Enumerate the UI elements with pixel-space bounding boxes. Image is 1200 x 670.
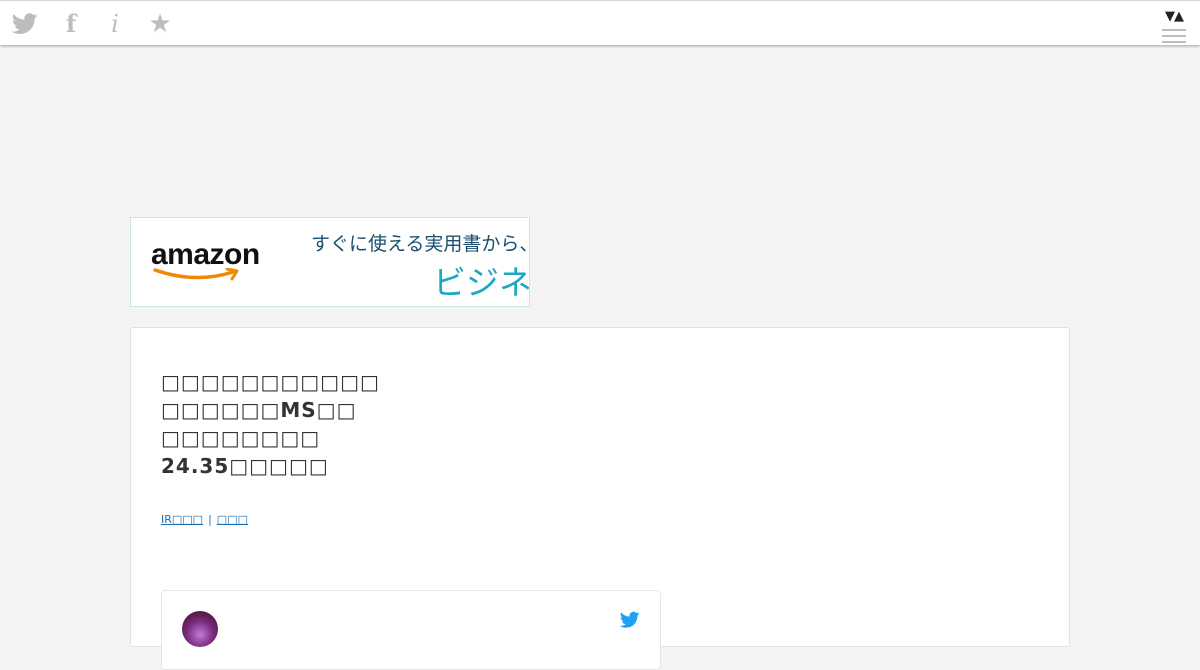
article-title-line: 24.35□□□□□: [161, 454, 329, 478]
tag-separator: |: [208, 513, 212, 526]
ad-tagline: すぐに使える実用書から、話: [311, 233, 529, 255]
ad-category: ビジネス: [433, 263, 530, 302]
menu-button[interactable]: ▼▲: [1160, 9, 1188, 45]
twitter-bird-icon[interactable]: [620, 611, 640, 629]
article-title-line: □□□□□□MS□□: [161, 398, 357, 422]
article-card: □□□□□□□□□□□ □□□□□□MS□□ □□□□□□□□ 24.35□□□…: [130, 327, 1070, 670]
amazon-smile-icon: [153, 268, 239, 281]
top-toolbar: f i ★ ▼▲: [0, 0, 1200, 45]
sort-arrows-icon: ▼▲: [1165, 9, 1184, 24]
tag-link[interactable]: □□□: [217, 513, 248, 526]
article-tags: IR□□□ | □□□: [161, 513, 248, 526]
article-title: □□□□□□□□□□□ □□□□□□MS□□ □□□□□□□□ 24.35□□□…: [161, 368, 761, 480]
embedded-tweet[interactable]: [161, 590, 661, 670]
facebook-icon[interactable]: f: [58, 12, 84, 36]
star-icon[interactable]: ★: [147, 11, 173, 37]
amazon-ad-banner[interactable]: amazon すぐに使える実用書から、話 ビジネス: [130, 217, 530, 307]
hamburger-icon: [1162, 29, 1186, 47]
avatar[interactable]: [182, 611, 218, 647]
amazon-logo: amazon: [151, 238, 260, 271]
article-title-line: □□□□□□□□□□□: [161, 370, 380, 394]
tag-link-ir[interactable]: IR□□□: [161, 513, 203, 526]
twitter-icon[interactable]: [11, 12, 38, 36]
info-icon[interactable]: i: [102, 12, 128, 36]
article-title-line: □□□□□□□□: [161, 426, 321, 450]
